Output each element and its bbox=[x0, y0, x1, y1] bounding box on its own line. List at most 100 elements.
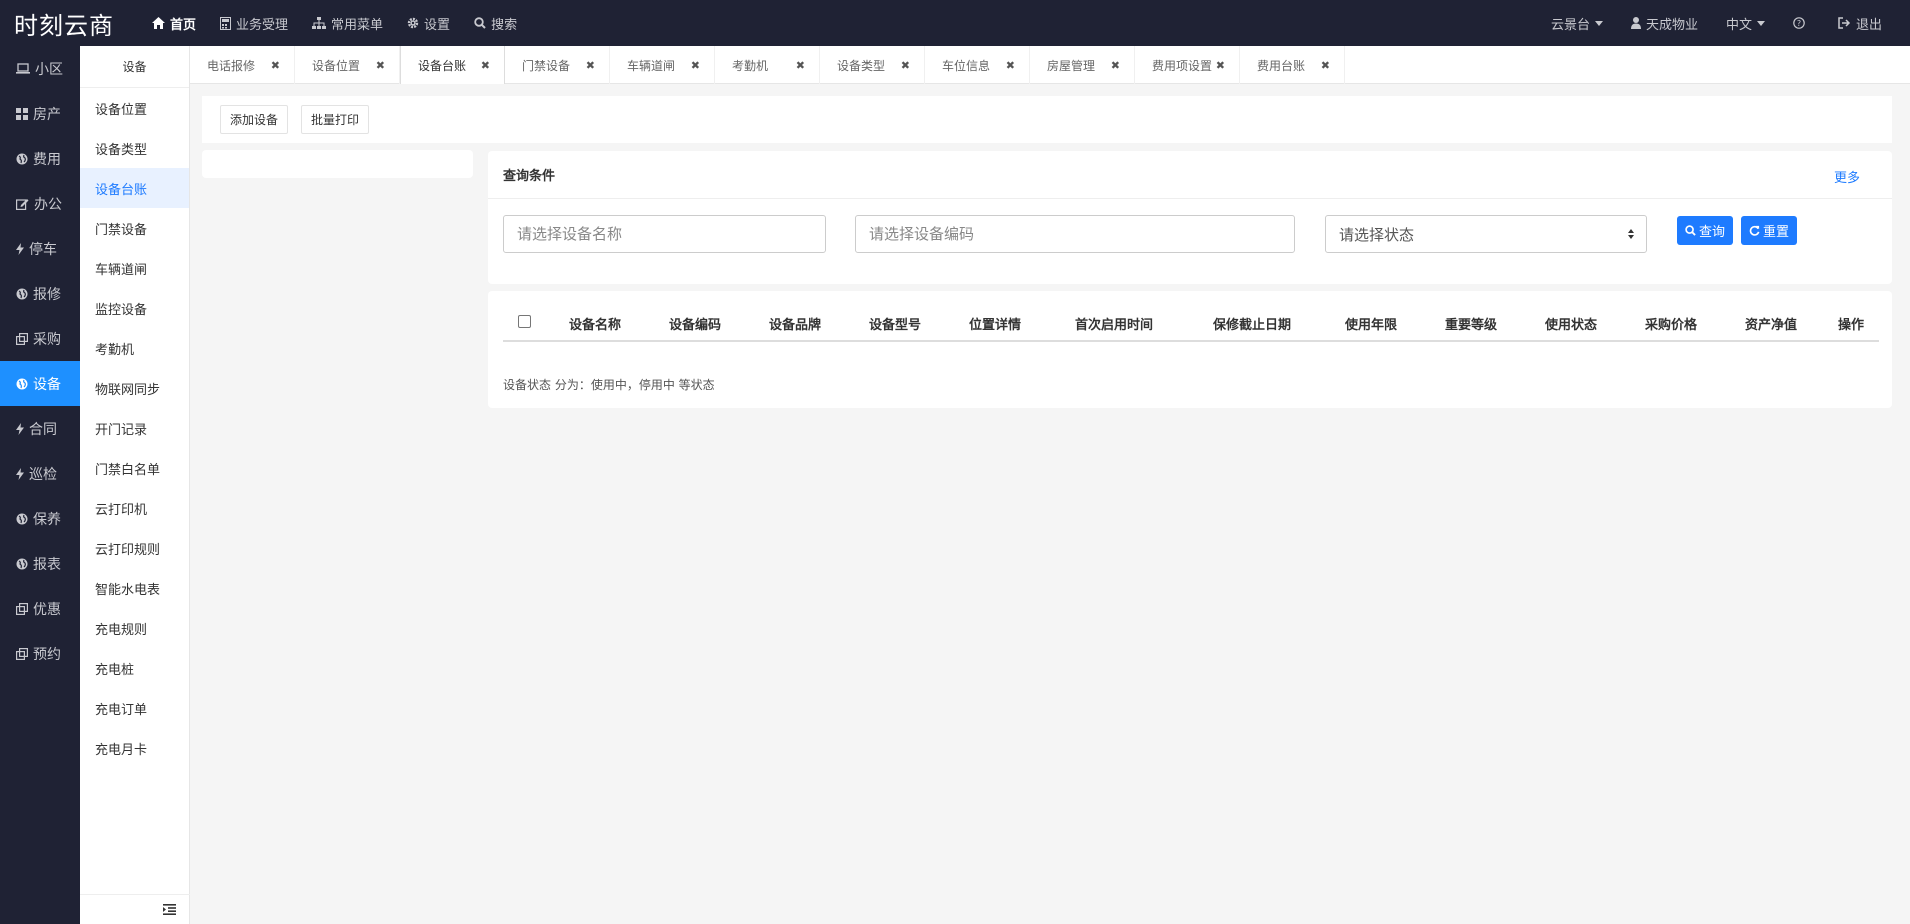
close-icon[interactable]: ✖ bbox=[901, 59, 910, 72]
column-header[interactable]: 重要等级 bbox=[1445, 304, 1497, 342]
logout-button[interactable]: 退出 bbox=[1824, 14, 1896, 33]
language-dropdown[interactable]: 中文 bbox=[1712, 14, 1779, 33]
sidebar-item-fee[interactable]: 费用 bbox=[0, 136, 80, 181]
reset-button[interactable]: 重置 bbox=[1741, 216, 1798, 245]
submenu-item-door-records[interactable]: 开门记录 bbox=[80, 408, 189, 448]
tab-access-control[interactable]: 门禁设备 ✖ bbox=[505, 46, 610, 84]
column-header[interactable]: 资产净值 bbox=[1745, 304, 1797, 342]
submenu-item-attendance[interactable]: 考勤机 bbox=[80, 328, 189, 368]
add-equipment-button[interactable]: 添加设备 bbox=[220, 105, 289, 134]
sidebar-item-office[interactable]: 办公 bbox=[0, 181, 80, 226]
status-select[interactable]: 请选择状态 bbox=[1325, 215, 1647, 253]
submenu-item-monthly-card[interactable]: 充电月卡 bbox=[80, 728, 189, 768]
tab-label: 考勤机 bbox=[732, 58, 769, 73]
topnav-common-menu[interactable]: 常用菜单 bbox=[300, 0, 395, 46]
sidebar-item-repair[interactable]: 报修 bbox=[0, 271, 80, 316]
topnav-search-label: 搜索 bbox=[491, 17, 518, 33]
close-icon[interactable]: ✖ bbox=[271, 59, 280, 72]
topnav-settings[interactable]: 设置 bbox=[395, 0, 462, 46]
column-header[interactable]: 设备名称 bbox=[569, 304, 621, 342]
tab-phone-repair[interactable]: 电话报修 ✖ bbox=[190, 46, 295, 84]
close-icon[interactable]: ✖ bbox=[796, 59, 805, 72]
sidebar-item-label: 合同 bbox=[29, 421, 57, 438]
tab-barrier-gate[interactable]: 车辆道闸 ✖ bbox=[610, 46, 715, 84]
tab-attendance[interactable]: 考勤机 ✖ bbox=[715, 46, 820, 84]
equipment-name-input[interactable] bbox=[503, 215, 826, 253]
column-header[interactable]: 保修截止日期 bbox=[1213, 304, 1291, 342]
collapse-menu-button[interactable] bbox=[80, 894, 190, 924]
tab-equipment-ledger[interactable]: 设备台账 ✖ bbox=[400, 46, 505, 84]
sidebar-item-community[interactable]: 小区 bbox=[0, 46, 80, 91]
tab-label: 设备台账 bbox=[418, 58, 467, 73]
submenu-item-print-rules[interactable]: 云打印规则 bbox=[80, 528, 189, 568]
submenu-item-access-control[interactable]: 门禁设备 bbox=[80, 208, 189, 248]
column-header[interactable]: 首次启用时间 bbox=[1075, 304, 1153, 342]
brand-logo[interactable]: 时刻云商 bbox=[0, 6, 140, 41]
tab-equipment-location[interactable]: 设备位置 ✖ bbox=[295, 46, 400, 84]
sidebar-item-report[interactable]: 报表 bbox=[0, 541, 80, 586]
column-header[interactable]: 设备品牌 bbox=[769, 304, 821, 342]
column-header[interactable]: 位置详情 bbox=[969, 304, 1021, 342]
close-icon[interactable]: ✖ bbox=[376, 59, 385, 72]
sidebar-item-maintenance[interactable]: 保养 bbox=[0, 496, 80, 541]
sidebar-item-purchase[interactable]: 采购 bbox=[0, 316, 80, 361]
close-icon[interactable]: ✖ bbox=[1111, 59, 1120, 72]
tab-label: 车位信息 bbox=[942, 58, 991, 73]
logout-label: 退出 bbox=[1855, 17, 1882, 33]
submenu-item-ledger[interactable]: 设备台账 bbox=[80, 168, 189, 208]
sidebar-item-discount[interactable]: 优惠 bbox=[0, 586, 80, 631]
sidebar-item-label: 报表 bbox=[33, 556, 61, 573]
topnav-settings-label: 设置 bbox=[424, 17, 451, 33]
sidebar-item-reservation[interactable]: 预约 bbox=[0, 631, 80, 676]
topnav-home[interactable]: 首页 bbox=[140, 0, 208, 46]
tab-house-management[interactable]: 房屋管理 ✖ bbox=[1030, 46, 1135, 84]
submenu-item-whitelist[interactable]: 门禁白名单 bbox=[80, 448, 189, 488]
community-dropdown[interactable]: 云景台 bbox=[1537, 14, 1617, 33]
equipment-code-input[interactable] bbox=[855, 215, 1295, 253]
close-icon[interactable]: ✖ bbox=[1216, 59, 1225, 72]
submenu-item-monitoring[interactable]: 监控设备 bbox=[80, 288, 189, 328]
submenu-item-iot-sync[interactable]: 物联网同步 bbox=[80, 368, 189, 408]
submenu-item-barrier-gate[interactable]: 车辆道闸 bbox=[80, 248, 189, 288]
close-icon[interactable]: ✖ bbox=[1006, 59, 1015, 72]
close-icon[interactable]: ✖ bbox=[691, 59, 700, 72]
sidebar-item-inspection[interactable]: 巡检 bbox=[0, 451, 80, 496]
tab-parking-info[interactable]: 车位信息 ✖ bbox=[925, 46, 1030, 84]
tab-fee-settings[interactable]: 费用项设置 ✖ bbox=[1135, 46, 1240, 84]
submenu-item-charge-rules[interactable]: 充电规则 bbox=[80, 608, 189, 648]
column-header[interactable]: 设备型号 bbox=[869, 304, 921, 342]
sidebar-item-contract[interactable]: 合同 bbox=[0, 406, 80, 451]
tab-fee-ledger[interactable]: 费用台账 ✖ bbox=[1240, 46, 1345, 84]
column-header[interactable]: 操作 bbox=[1838, 304, 1864, 342]
column-header[interactable]: 使用年限 bbox=[1345, 304, 1397, 342]
column-header[interactable]: 采购价格 bbox=[1645, 304, 1697, 342]
submenu-item-location[interactable]: 设备位置 bbox=[80, 88, 189, 128]
sidebar-item-property[interactable]: 房产 bbox=[0, 91, 80, 136]
search-button[interactable]: 查询 bbox=[1677, 216, 1734, 245]
close-icon[interactable]: ✖ bbox=[481, 59, 490, 72]
location-tree-panel bbox=[202, 150, 473, 178]
tab-label: 车辆道闸 bbox=[627, 58, 676, 73]
submenu-item-type[interactable]: 设备类型 bbox=[80, 128, 189, 168]
batch-print-button[interactable]: 批量打印 bbox=[301, 105, 370, 134]
topnav-business[interactable]: 业务受理 bbox=[208, 0, 300, 46]
column-header[interactable]: 使用状态 bbox=[1545, 304, 1597, 342]
sidebar-item-parking[interactable]: 停车 bbox=[0, 226, 80, 271]
tab-label: 电话报修 bbox=[207, 58, 256, 73]
company-menu[interactable]: 天成物业 bbox=[1617, 14, 1712, 33]
column-header[interactable]: 设备编码 bbox=[669, 304, 721, 342]
close-icon[interactable]: ✖ bbox=[1321, 59, 1330, 72]
topnav-search[interactable]: 搜索 bbox=[462, 0, 529, 46]
submenu-item-charging-pile[interactable]: 充电桩 bbox=[80, 648, 189, 688]
sidebar-item-equipment[interactable]: 设备 bbox=[0, 361, 80, 406]
more-link[interactable]: 更多 bbox=[1834, 167, 1860, 186]
help-button[interactable]: ? bbox=[1779, 17, 1824, 29]
submenu-item-smart-meter[interactable]: 智能水电表 bbox=[80, 568, 189, 608]
select-all-checkbox[interactable] bbox=[518, 315, 531, 328]
tab-equipment-type[interactable]: 设备类型 ✖ bbox=[820, 46, 925, 84]
submenu-item-cloud-printer[interactable]: 云打印机 bbox=[80, 488, 189, 528]
close-icon[interactable]: ✖ bbox=[586, 59, 595, 72]
chevron-down-icon bbox=[1594, 20, 1603, 26]
submenu-item-charge-orders[interactable]: 充电订单 bbox=[80, 688, 189, 728]
top-right-menu: 云景台 天成物业 中文 ? 退出 bbox=[1537, 0, 1910, 46]
